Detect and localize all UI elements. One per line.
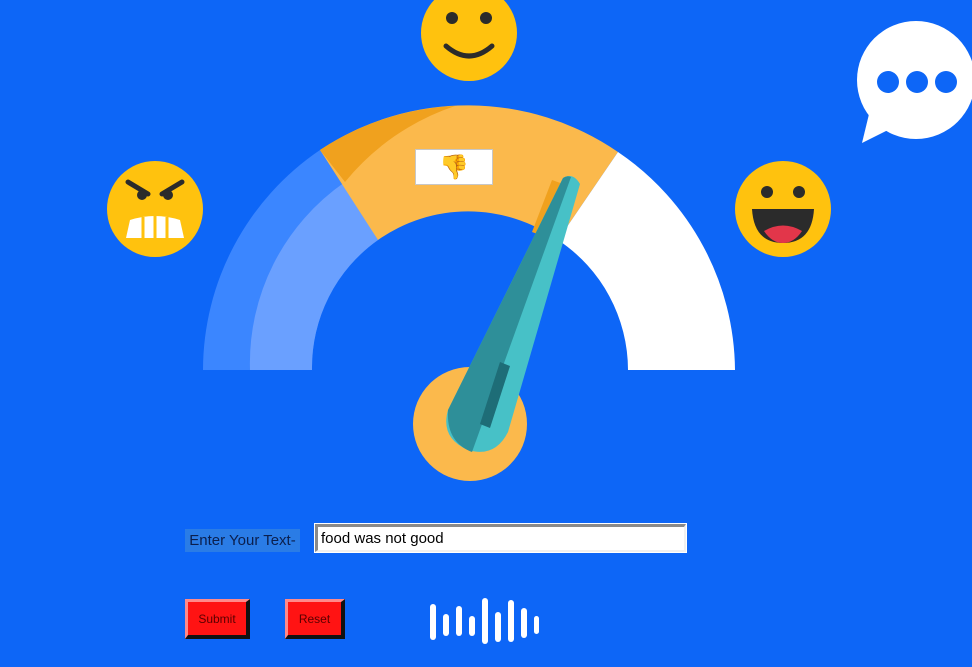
sentiment-gauge <box>203 105 735 370</box>
thumbs-down-icon: 👎 <box>439 153 469 181</box>
angry-face-icon <box>107 161 203 257</box>
reset-button[interactable]: Reset <box>285 599 345 639</box>
laughing-face-icon <box>735 161 831 257</box>
sentiment-result-box: 👎 <box>415 149 493 185</box>
sound-wave-icon[interactable] <box>430 598 539 644</box>
text-input[interactable] <box>314 523 687 553</box>
chat-bubble-icon <box>857 21 972 143</box>
smiling-face-icon <box>421 0 517 81</box>
sentiment-gauge-scene <box>107 0 972 644</box>
submit-button[interactable]: Submit <box>185 599 250 639</box>
input-label: Enter Your Text- <box>185 529 300 552</box>
